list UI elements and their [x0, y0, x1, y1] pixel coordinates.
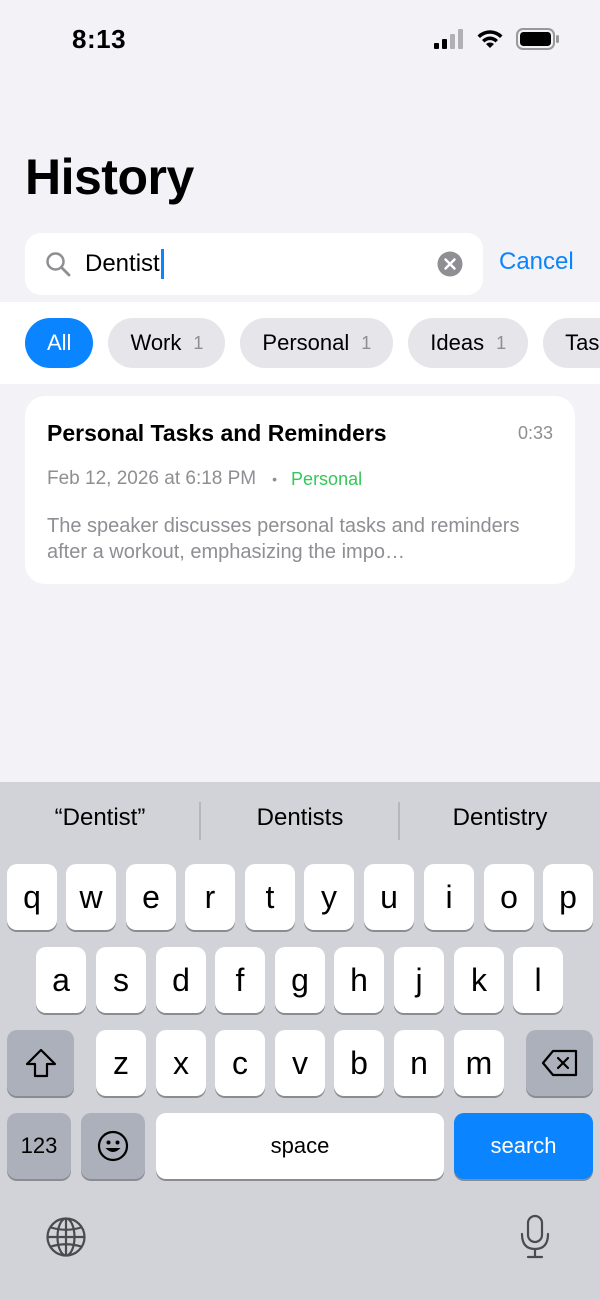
wifi-icon — [477, 30, 503, 48]
history-screen: 8:13 History Dentist Cancel All Work 1 P… — [0, 0, 600, 1299]
recording-category: Personal — [291, 468, 363, 489]
search-icon — [46, 252, 71, 277]
key-y[interactable]: y — [304, 864, 354, 930]
status-icons — [434, 28, 560, 50]
filter-bar: All Work 1 Personal 1 Ideas 1 Task — [0, 302, 600, 384]
key-s[interactable]: s — [96, 947, 146, 1013]
delete-backspace-icon — [541, 1049, 577, 1077]
filter-chip-count: 1 — [496, 332, 507, 353]
shift-key[interactable] — [7, 1030, 74, 1096]
status-time: 8:13 — [72, 24, 127, 54]
key-h[interactable]: h — [334, 947, 384, 1013]
suggestion-item[interactable]: Dentistry — [400, 804, 600, 832]
recording-meta: Feb 12, 2026 at 6:18 PM • Personal — [47, 468, 362, 490]
filter-chip-work[interactable]: Work 1 — [108, 318, 226, 368]
microphone-icon[interactable] — [518, 1214, 552, 1260]
recording-summary: The speaker discusses personal tasks and… — [47, 515, 520, 563]
filter-chip-ideas[interactable]: Ideas 1 — [408, 318, 529, 368]
filter-chip-label: Personal — [262, 330, 350, 355]
key-b[interactable]: b — [334, 1030, 384, 1096]
shift-icon — [25, 1048, 56, 1078]
numbers-key[interactable]: 123 — [7, 1113, 71, 1179]
filter-chip-all[interactable]: All — [25, 318, 94, 368]
keyboard: “Dentist” Dentists Dentistry q w e r t y… — [0, 782, 600, 1299]
emoji-key[interactable] — [81, 1113, 145, 1179]
emoji-icon — [97, 1130, 129, 1162]
key-k[interactable]: k — [454, 947, 504, 1013]
key-w[interactable]: w — [66, 864, 116, 930]
key-x[interactable]: x — [156, 1030, 206, 1096]
delete-key[interactable] — [526, 1030, 593, 1096]
filter-chip-tasks[interactable]: Task — [543, 318, 600, 368]
keyboard-suggestions: “Dentist” Dentists Dentistry — [0, 782, 600, 862]
search-input-text: Dentist — [85, 250, 160, 277]
key-f[interactable]: f — [215, 947, 265, 1013]
recording-title: Personal Tasks and Reminders — [47, 420, 387, 446]
filter-chip-label: All — [47, 330, 72, 355]
search-key[interactable]: search — [454, 1113, 593, 1179]
key-r[interactable]: r — [185, 864, 235, 930]
space-key[interactable]: space — [156, 1113, 444, 1179]
globe-icon[interactable] — [45, 1216, 87, 1258]
key-z[interactable]: z — [96, 1030, 146, 1096]
search-input[interactable]: Dentist — [85, 233, 435, 295]
cancel-button[interactable]: Cancel — [499, 248, 574, 276]
key-e[interactable]: e — [126, 864, 176, 930]
key-p[interactable]: p — [543, 864, 593, 930]
key-v[interactable]: v — [275, 1030, 325, 1096]
key-a[interactable]: a — [36, 947, 86, 1013]
search-field[interactable]: Dentist — [25, 233, 483, 295]
filter-chip-label: Task — [565, 330, 600, 355]
filter-chip-count: 1 — [193, 332, 204, 353]
cellular-signal-icon — [434, 29, 463, 49]
filter-chip-label: Ideas — [430, 330, 485, 355]
key-t[interactable]: t — [245, 864, 295, 930]
key-m[interactable]: m — [454, 1030, 504, 1096]
filter-chip-label: Work — [130, 330, 182, 355]
filter-chip-personal[interactable]: Personal 1 — [240, 318, 394, 368]
clear-search-icon[interactable] — [437, 251, 463, 277]
filter-chip-count: 1 — [361, 332, 372, 353]
key-d[interactable]: d — [156, 947, 206, 1013]
suggestion-item[interactable]: Dentists — [200, 804, 400, 832]
filter-chips: All Work 1 Personal 1 Ideas 1 Task — [25, 318, 600, 368]
recording-date: Feb 12, 2026 at 6:18 PM — [47, 468, 257, 489]
recording-card[interactable]: Personal Tasks and Reminders 0:33 Feb 12… — [25, 396, 575, 584]
key-o[interactable]: o — [484, 864, 534, 930]
page-title: History — [25, 149, 194, 205]
key-g[interactable]: g — [275, 947, 325, 1013]
key-c[interactable]: c — [215, 1030, 265, 1096]
key-l[interactable]: l — [513, 947, 563, 1013]
meta-separator-dot: • — [272, 471, 278, 487]
battery-icon — [516, 28, 559, 50]
suggestion-item[interactable]: “Dentist” — [0, 804, 200, 832]
key-n[interactable]: n — [394, 1030, 444, 1096]
text-caret — [160, 249, 164, 279]
key-u[interactable]: u — [364, 864, 414, 930]
key-i[interactable]: i — [424, 864, 474, 930]
key-q[interactable]: q — [7, 864, 57, 930]
key-j[interactable]: j — [394, 947, 444, 1013]
recording-duration: 0:33 — [517, 423, 553, 443]
